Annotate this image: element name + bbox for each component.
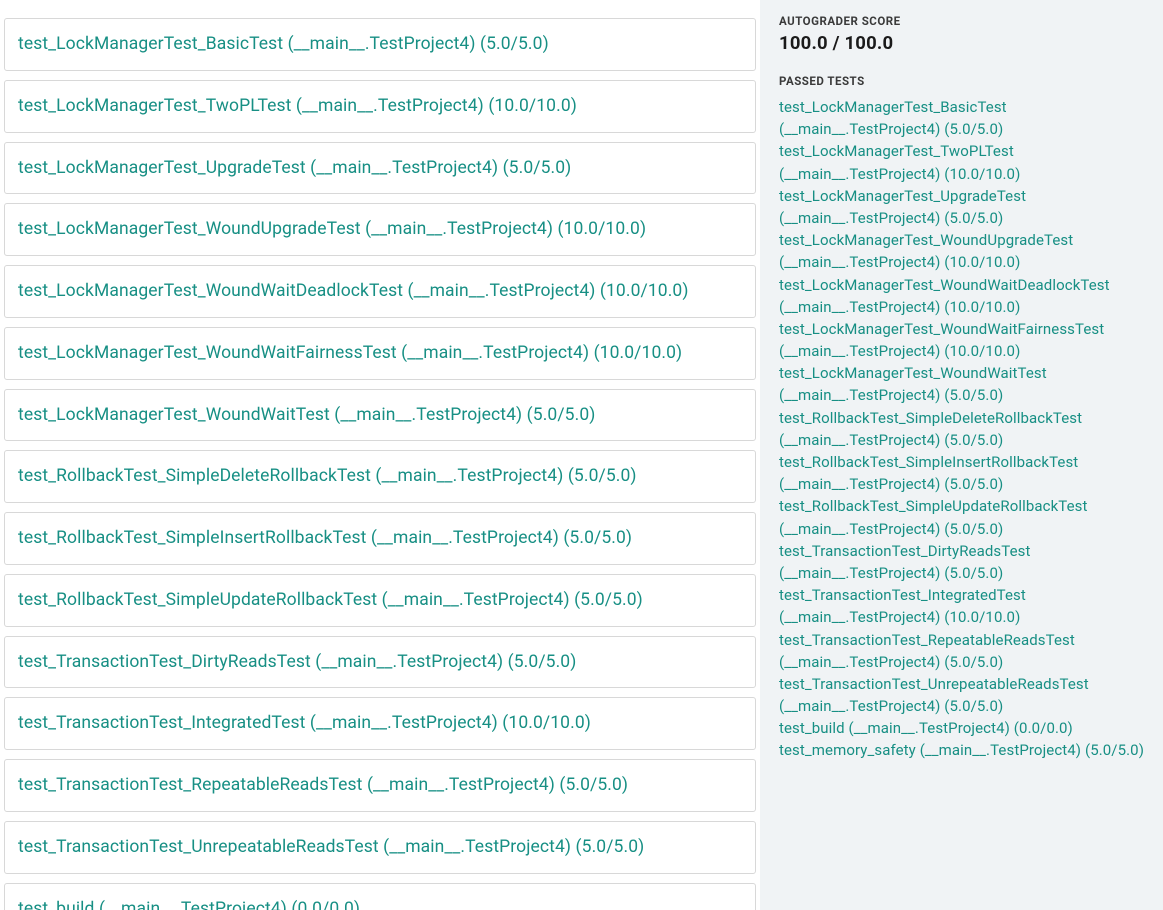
test-result-card[interactable]: test_LockManagerTest_WoundWaitTest (__ma… (4, 389, 756, 442)
passed-test-link[interactable]: test_RollbackTest_SimpleUpdateRollbackTe… (779, 495, 1153, 539)
test-result-title: test_LockManagerTest_WoundWaitDeadlockTe… (18, 280, 742, 303)
passed-test-link[interactable]: test_LockManagerTest_UpgradeTest (__main… (779, 185, 1153, 229)
test-result-title: test_TransactionTest_DirtyReadsTest (__m… (18, 651, 742, 674)
passed-tests-list: test_LockManagerTest_BasicTest (__main__… (779, 96, 1153, 762)
test-result-card[interactable]: test_LockManagerTest_WoundWaitFairnessTe… (4, 327, 756, 380)
score-sidebar: AUTOGRADER SCORE 100.0 / 100.0 PASSED TE… (760, 0, 1163, 910)
passed-test-link[interactable]: test_build (__main__.TestProject4) (0.0/… (779, 717, 1153, 739)
test-result-card[interactable]: test_LockManagerTest_UpgradeTest (__main… (4, 142, 756, 195)
test-result-card[interactable]: test_build (__main__.TestProject4) (0.0/… (4, 883, 756, 910)
autograder-score-value: 100.0 / 100.0 (779, 32, 1153, 54)
test-result-title: test_LockManagerTest_UpgradeTest (__main… (18, 157, 742, 180)
passed-test-link[interactable]: test_memory_safety (__main__.TestProject… (779, 739, 1153, 761)
autograder-score-heading: AUTOGRADER SCORE (779, 14, 1153, 28)
test-result-title: test_LockManagerTest_TwoPLTest (__main__… (18, 95, 742, 118)
test-result-card[interactable]: test_TransactionTest_RepeatableReadsTest… (4, 759, 756, 812)
passed-test-link[interactable]: test_RollbackTest_SimpleInsertRollbackTe… (779, 451, 1153, 495)
passed-tests-heading: PASSED TESTS (779, 74, 1153, 88)
passed-test-link[interactable]: test_TransactionTest_UnrepeatableReadsTe… (779, 673, 1153, 717)
test-result-title: test_RollbackTest_SimpleUpdateRollbackTe… (18, 589, 742, 612)
test-result-title: test_RollbackTest_SimpleInsertRollbackTe… (18, 527, 742, 550)
test-result-title: test_LockManagerTest_WoundWaitFairnessTe… (18, 342, 742, 365)
test-result-title: test_LockManagerTest_BasicTest (__main__… (18, 33, 742, 56)
test-result-card[interactable]: test_TransactionTest_IntegratedTest (__m… (4, 697, 756, 750)
test-result-card[interactable]: test_RollbackTest_SimpleDeleteRollbackTe… (4, 450, 756, 503)
passed-test-link[interactable]: test_LockManagerTest_BasicTest (__main__… (779, 96, 1153, 140)
test-result-card[interactable]: test_TransactionTest_DirtyReadsTest (__m… (4, 636, 756, 689)
test-result-title: test_LockManagerTest_WoundWaitTest (__ma… (18, 404, 742, 427)
test-result-card[interactable]: test_LockManagerTest_WoundUpgradeTest (_… (4, 203, 756, 256)
passed-test-link[interactable]: test_TransactionTest_RepeatableReadsTest… (779, 629, 1153, 673)
test-result-title: test_TransactionTest_RepeatableReadsTest… (18, 774, 742, 797)
test-result-card[interactable]: test_TransactionTest_UnrepeatableReadsTe… (4, 821, 756, 874)
test-result-title: test_build (__main__.TestProject4) (0.0/… (18, 898, 742, 910)
test-result-title: test_TransactionTest_IntegratedTest (__m… (18, 712, 742, 735)
passed-test-link[interactable]: test_LockManagerTest_WoundWaitDeadlockTe… (779, 274, 1153, 318)
passed-test-link[interactable]: test_LockManagerTest_WoundWaitTest (__ma… (779, 362, 1153, 406)
test-result-title: test_LockManagerTest_WoundUpgradeTest (_… (18, 218, 742, 241)
test-results-panel: test_LockManagerTest_BasicTest (__main__… (0, 0, 760, 910)
test-result-card[interactable]: test_LockManagerTest_WoundWaitDeadlockTe… (4, 265, 756, 318)
passed-test-link[interactable]: test_TransactionTest_DirtyReadsTest (__m… (779, 540, 1153, 584)
test-result-title: test_TransactionTest_UnrepeatableReadsTe… (18, 836, 742, 859)
test-result-card[interactable]: test_RollbackTest_SimpleInsertRollbackTe… (4, 512, 756, 565)
test-result-title: test_RollbackTest_SimpleDeleteRollbackTe… (18, 465, 742, 488)
passed-test-link[interactable]: test_TransactionTest_IntegratedTest (__m… (779, 584, 1153, 628)
test-result-card[interactable]: test_LockManagerTest_TwoPLTest (__main__… (4, 80, 756, 133)
passed-test-link[interactable]: test_LockManagerTest_TwoPLTest (__main__… (779, 140, 1153, 184)
passed-test-link[interactable]: test_LockManagerTest_WoundWaitFairnessTe… (779, 318, 1153, 362)
test-result-card[interactable]: test_LockManagerTest_BasicTest (__main__… (4, 18, 756, 71)
passed-test-link[interactable]: test_LockManagerTest_WoundUpgradeTest (_… (779, 229, 1153, 273)
test-result-card[interactable]: test_RollbackTest_SimpleUpdateRollbackTe… (4, 574, 756, 627)
passed-test-link[interactable]: test_RollbackTest_SimpleDeleteRollbackTe… (779, 407, 1153, 451)
